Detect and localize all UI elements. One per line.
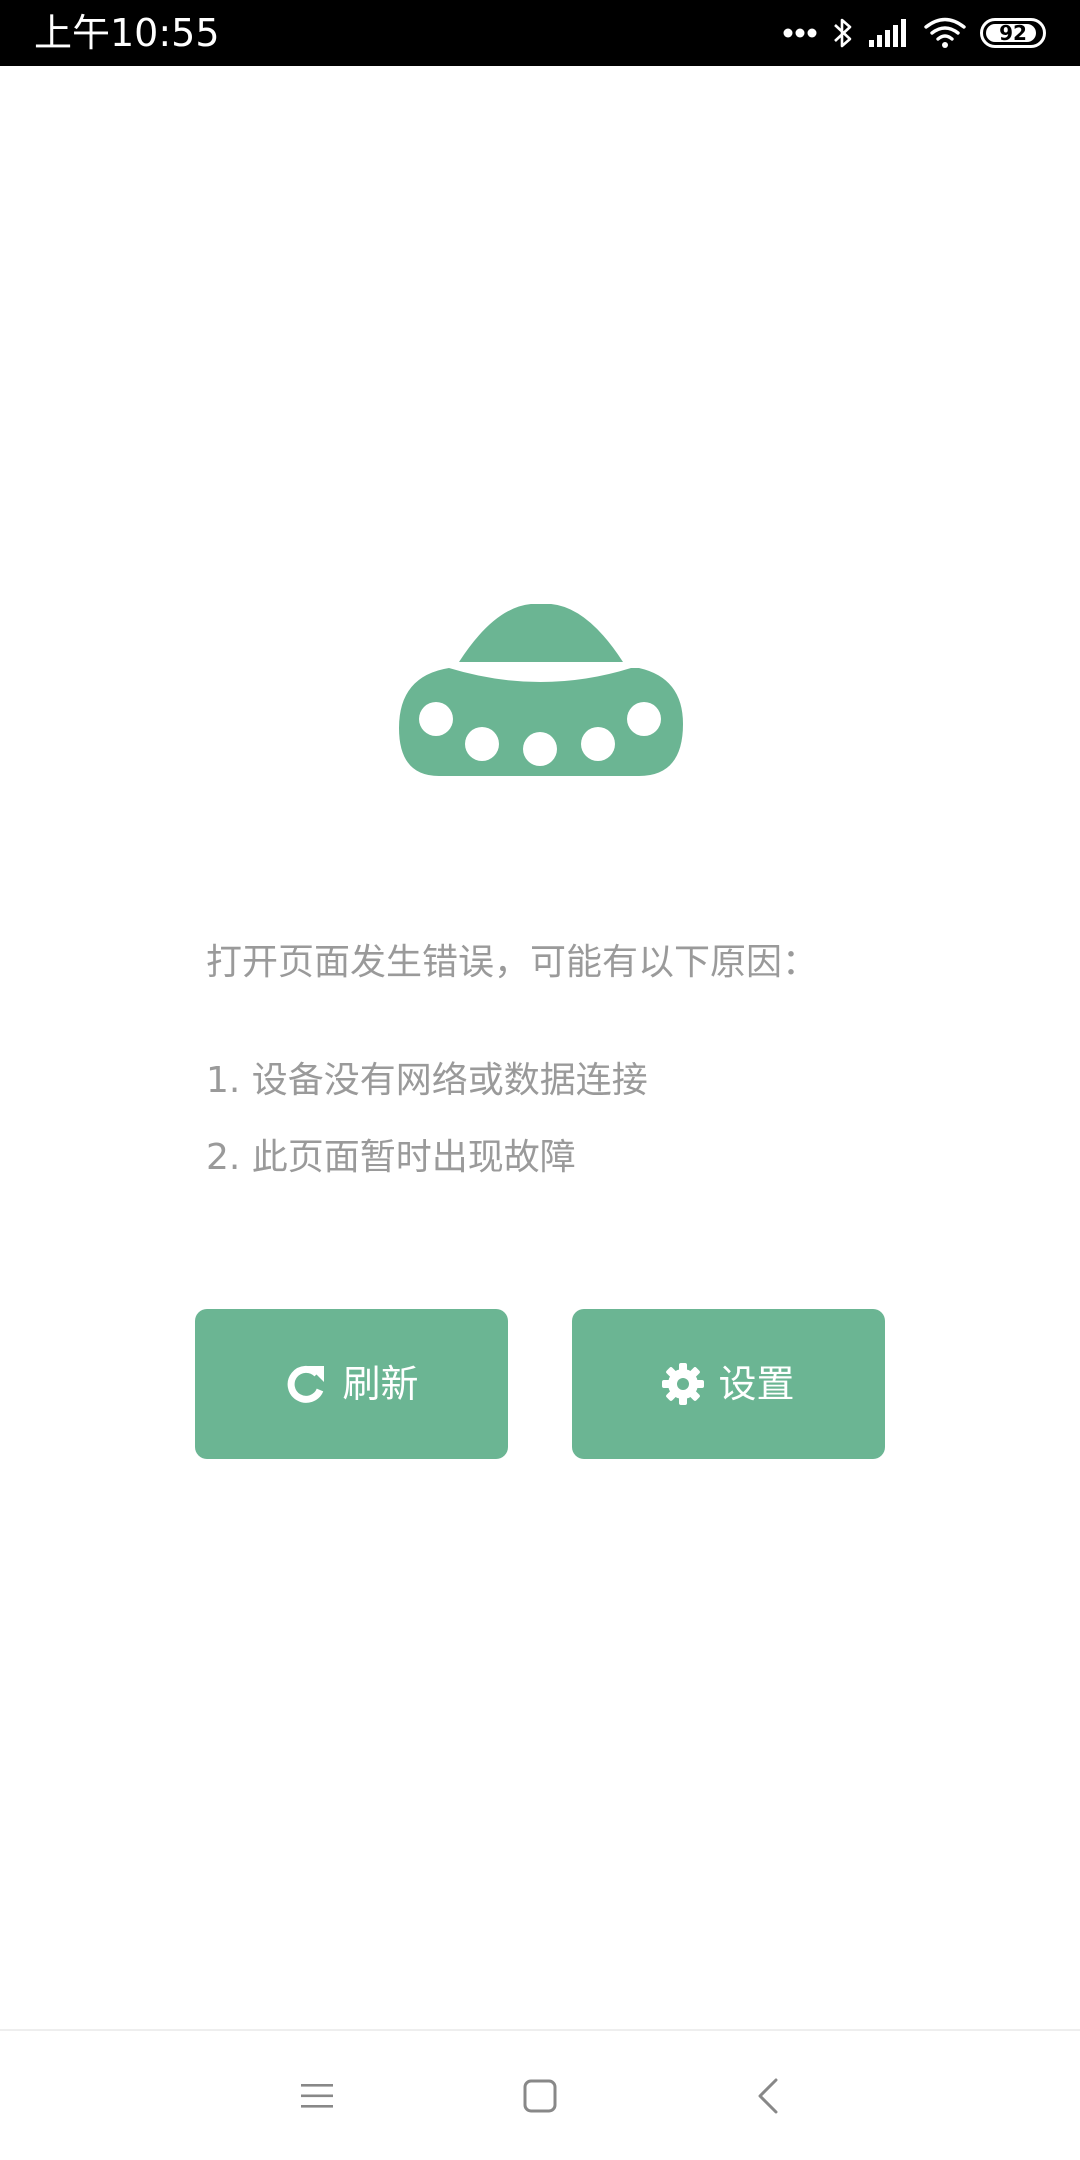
bluetooth-icon: [832, 16, 854, 50]
status-bar: 上午10:55 92: [0, 0, 1080, 66]
back-button[interactable]: [733, 2063, 803, 2133]
reason-item: 2. 此页面暂时出现故障: [206, 1137, 576, 1178]
signal-icon: [868, 18, 910, 48]
more-dots-icon: [782, 27, 818, 39]
home-square-icon: [523, 2079, 557, 2117]
error-title: 打开页面发生错误，可能有以下原因：: [206, 942, 819, 983]
status-icons: 92: [782, 10, 1046, 56]
menu-button[interactable]: [282, 2063, 352, 2133]
status-time: 上午10:55: [34, 11, 220, 55]
gear-icon: [662, 1363, 705, 1405]
error-screen: 上午10:55 92 打开页面发生错误，可能有以下原因： 1. 设备没有网络或数…: [0, 0, 1080, 2160]
menu-icon: [300, 2081, 334, 2115]
battery-icon: 92: [980, 18, 1046, 48]
navigation-bar: [0, 2029, 1080, 2160]
wifi-icon: [924, 17, 966, 49]
battery-text: 92: [999, 21, 1027, 45]
ufo-icon: [399, 603, 683, 780]
refresh-button[interactable]: 刷新: [195, 1309, 508, 1459]
refresh-icon: [284, 1362, 328, 1406]
back-chevron-icon: [756, 2078, 780, 2118]
home-button[interactable]: [505, 2063, 575, 2133]
reason-item: 1. 设备没有网络或数据连接: [206, 1060, 648, 1101]
refresh-button-label: 刷新: [342, 1362, 419, 1406]
settings-button[interactable]: 设置: [572, 1309, 885, 1459]
settings-button-label: 设置: [718, 1362, 795, 1406]
